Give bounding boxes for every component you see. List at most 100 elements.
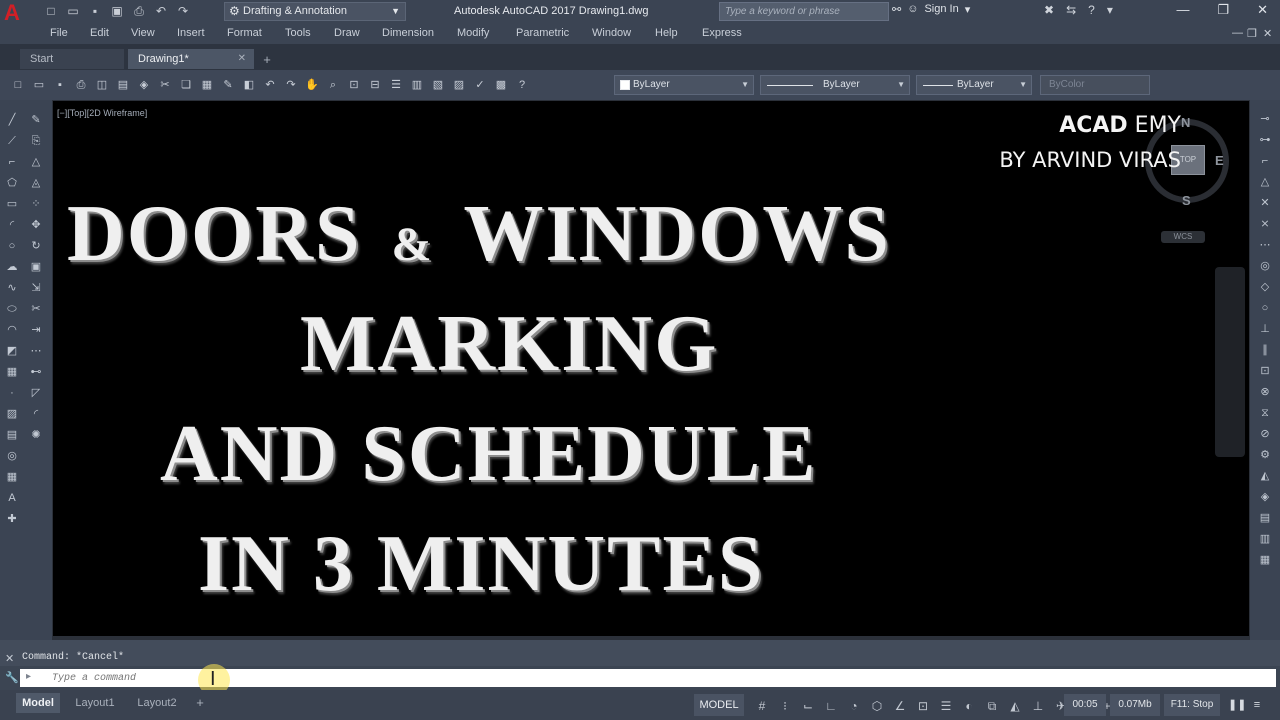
- selection-cycling-icon[interactable]: ⧉: [984, 698, 1000, 714]
- search-input[interactable]: Type a keyword or phrase: [719, 2, 889, 21]
- snap-none-icon[interactable]: ⊘: [1257, 425, 1273, 443]
- osnap-icon[interactable]: ⊡: [915, 698, 931, 714]
- zoom-realtime-icon[interactable]: ⌕: [325, 76, 341, 94]
- snap-endpoint-icon[interactable]: ⌐: [1257, 152, 1273, 170]
- viewport-controls[interactable]: [−][Top][2D Wireframe]: [57, 108, 147, 118]
- isodraft-icon[interactable]: ⬡: [869, 698, 885, 714]
- open-icon[interactable]: ▭: [64, 3, 82, 19]
- menu-close-icon[interactable]: ✕: [1263, 27, 1272, 40]
- polar-icon[interactable]: ◔: [846, 698, 862, 714]
- viewcube-north[interactable]: N: [1181, 115, 1190, 130]
- preview-icon[interactable]: ◫: [94, 76, 110, 94]
- menu-help[interactable]: Help: [655, 27, 678, 39]
- new-icon[interactable]: □: [42, 3, 60, 19]
- snap-insert-icon[interactable]: ⊡: [1257, 362, 1273, 380]
- markup-icon[interactable]: ✓: [472, 76, 488, 94]
- snap-from-icon[interactable]: ⊶: [1257, 131, 1273, 149]
- move-icon[interactable]: ✥: [28, 217, 44, 234]
- pause-icon[interactable]: ❚❚: [1228, 698, 1246, 712]
- rectangle-icon[interactable]: ▭: [4, 196, 20, 213]
- menu-insert[interactable]: Insert: [177, 27, 205, 39]
- copy-object-icon[interactable]: ⎘: [28, 133, 44, 150]
- menu-format[interactable]: Format: [227, 27, 262, 39]
- otrack-icon[interactable]: ∠: [892, 698, 908, 714]
- designcenter-icon[interactable]: ▥: [409, 76, 425, 94]
- save-icon[interactable]: ▪: [86, 3, 104, 19]
- osnap-settings-icon[interactable]: ⚙: [1257, 446, 1273, 464]
- matchprop-icon[interactable]: ✎: [220, 76, 236, 94]
- redo-icon[interactable]: ↷: [174, 3, 192, 19]
- pan-icon[interactable]: ✋: [304, 76, 320, 94]
- lineweight-combo[interactable]: ByLayer ▼: [916, 75, 1032, 95]
- snap-extra2-icon[interactable]: ▥: [1257, 530, 1273, 548]
- lineweight-icon[interactable]: ☰: [938, 698, 954, 714]
- close-icon[interactable]: ✕: [1257, 2, 1268, 18]
- array-icon[interactable]: ⁘: [28, 196, 44, 213]
- tab-layout2[interactable]: Layout2: [128, 693, 186, 713]
- 3dprint-icon[interactable]: ◈: [136, 76, 152, 94]
- arc-icon[interactable]: ◜: [4, 217, 20, 234]
- spline-icon[interactable]: ∿: [4, 280, 20, 297]
- ellipse-icon[interactable]: ⬭: [4, 301, 20, 318]
- new-tab-button[interactable]: +: [258, 52, 276, 68]
- snap-extension-icon[interactable]: ⋯: [1257, 236, 1273, 254]
- infer-icon[interactable]: ⌙: [800, 698, 816, 714]
- circle-icon[interactable]: ○: [4, 238, 20, 255]
- addselected-icon[interactable]: ✚: [4, 511, 20, 528]
- qnew-icon[interactable]: □: [10, 76, 26, 94]
- saveas-icon[interactable]: ▣: [108, 3, 126, 19]
- snap-icon[interactable]: ⁝: [777, 698, 793, 714]
- snap-midpoint-icon[interactable]: △: [1257, 173, 1273, 191]
- tab-model[interactable]: Model: [16, 693, 60, 713]
- open-icon[interactable]: ▭: [31, 76, 47, 94]
- snap-node-icon[interactable]: ⊗: [1257, 383, 1273, 401]
- sheetset-icon[interactable]: ▨: [451, 76, 467, 94]
- revcloud-icon[interactable]: ☁: [4, 259, 20, 276]
- menu-draw[interactable]: Draw: [334, 27, 360, 39]
- linetype-combo[interactable]: ByLayer ▼: [760, 75, 910, 95]
- drawing-canvas[interactable]: [−][Top][2D Wireframe] DOORS & WINDOWS MAR…: [53, 101, 1249, 636]
- menu-window[interactable]: Window: [592, 27, 631, 39]
- customize-icon[interactable]: ≡: [1250, 698, 1264, 712]
- rotate-icon[interactable]: ↻: [28, 238, 44, 255]
- snap-apparent-icon[interactable]: ⨯: [1257, 215, 1273, 233]
- extend-icon[interactable]: ⇥: [28, 322, 44, 339]
- calculator-icon[interactable]: ▩: [493, 76, 509, 94]
- tab-drawing1[interactable]: Drawing1* ✕: [128, 49, 254, 69]
- block-icon[interactable]: ◧: [241, 76, 257, 94]
- wcs-menu[interactable]: WCS: [1161, 231, 1205, 243]
- mtext-icon[interactable]: A: [4, 490, 20, 507]
- ortho-icon[interactable]: ∟: [823, 698, 839, 714]
- print-icon[interactable]: ⎙: [130, 3, 148, 19]
- stretch-icon[interactable]: ⇲: [28, 280, 44, 297]
- menu-parametric[interactable]: Parametric: [516, 27, 569, 39]
- grid-icon[interactable]: #: [754, 698, 770, 714]
- menu-view[interactable]: View: [131, 27, 155, 39]
- exchange-icon[interactable]: ✖: [1044, 3, 1054, 17]
- menu-express[interactable]: Express: [702, 27, 742, 39]
- menu-minimize-icon[interactable]: —: [1232, 27, 1243, 39]
- 3dosnap-icon[interactable]: ◭: [1007, 698, 1023, 714]
- break-icon[interactable]: ⋯: [28, 343, 44, 360]
- signin-button[interactable]: ⚯ ☺ Sign In ▾: [892, 3, 970, 16]
- navigation-bar[interactable]: [1215, 267, 1245, 457]
- snap-center-icon[interactable]: ◎: [1257, 257, 1273, 275]
- toolpalettes-icon[interactable]: ▧: [430, 76, 446, 94]
- restore-icon[interactable]: ❐: [1217, 2, 1229, 18]
- dynamic-ucs-icon[interactable]: ⊥: [1030, 698, 1046, 714]
- menu-edit[interactable]: Edit: [90, 27, 109, 39]
- table-icon[interactable]: ▦: [4, 469, 20, 486]
- properties-icon[interactable]: ☰: [388, 76, 404, 94]
- menu-restore-icon[interactable]: ❐: [1247, 27, 1257, 40]
- snap-parallel-icon[interactable]: ∥: [1257, 341, 1273, 359]
- snap-geometric-icon[interactable]: ◈: [1257, 488, 1273, 506]
- snap-extra-icon[interactable]: ▤: [1257, 509, 1273, 527]
- snap-tangent-icon[interactable]: ○: [1257, 299, 1273, 317]
- a360-icon[interactable]: ⇆: [1066, 3, 1076, 17]
- plot-icon[interactable]: ⎙: [73, 76, 89, 94]
- command-input[interactable]: [52, 669, 1252, 687]
- tab-layout1[interactable]: Layout1: [66, 693, 124, 713]
- explode-icon[interactable]: ✺: [28, 427, 44, 444]
- polyline-icon[interactable]: ⌐: [4, 154, 20, 171]
- join-icon[interactable]: ⊷: [28, 364, 44, 381]
